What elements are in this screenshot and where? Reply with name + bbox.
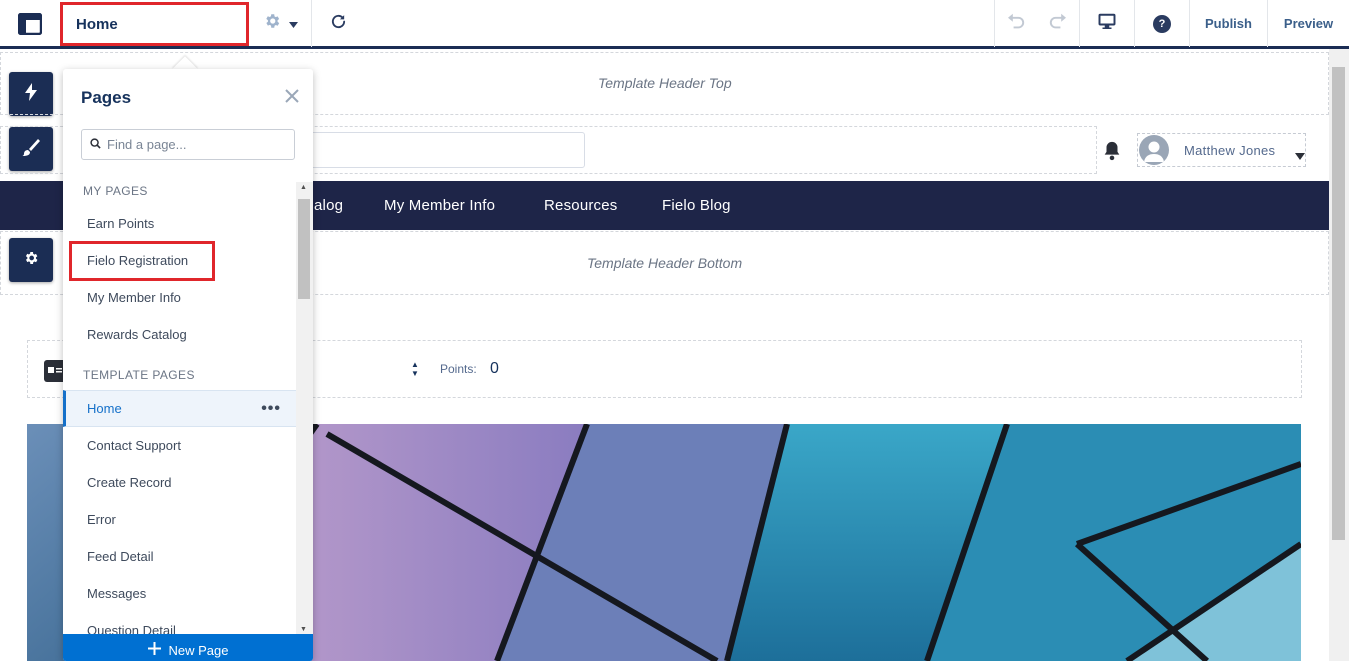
page-selector[interactable]: Home bbox=[60, 2, 249, 46]
preview-button[interactable]: Preview bbox=[1268, 0, 1349, 47]
undo-redo-group bbox=[994, 0, 1080, 47]
new-page-label: New Page bbox=[168, 642, 229, 658]
page-item-home[interactable]: Home ••• bbox=[63, 390, 296, 427]
nav-item-fielo-blog[interactable]: Fielo Blog bbox=[662, 181, 731, 230]
canvas-scrollbar[interactable] bbox=[1329, 49, 1349, 661]
header-top-label: Template Header Top bbox=[598, 75, 732, 91]
page-item-label: Home bbox=[87, 401, 122, 416]
page-item-rewards-catalog[interactable]: Rewards Catalog bbox=[63, 316, 296, 353]
pages-panel: Pages MY PAGES Earn Points Fielo Registr… bbox=[63, 69, 313, 661]
points-sort-stepper[interactable]: ▲ ▼ bbox=[411, 360, 419, 378]
pages-list-scrollbar[interactable]: ▲ ▼ bbox=[296, 182, 313, 634]
page-item-earn-points[interactable]: Earn Points bbox=[63, 205, 296, 242]
gear-icon bbox=[263, 12, 281, 35]
nav-item-rewards-catalog[interactable]: alog bbox=[314, 181, 343, 230]
page-item-messages[interactable]: Messages bbox=[63, 575, 296, 612]
template-pages-heading: TEMPLATE PAGES bbox=[83, 368, 195, 382]
search-icon bbox=[90, 136, 101, 154]
find-page-field[interactable] bbox=[81, 129, 295, 160]
current-page-label: Home bbox=[76, 15, 118, 33]
chevron-down-icon bbox=[1295, 147, 1305, 165]
page-item-label: Messages bbox=[87, 586, 147, 601]
page-item-label: Earn Points bbox=[87, 216, 155, 231]
settings-menu-button[interactable] bbox=[250, 0, 312, 47]
page-item-my-member-info[interactable]: My Member Info bbox=[63, 279, 296, 316]
builder-toolbar: Home ? Publish Preview bbox=[0, 0, 1349, 49]
page-item-label: Contact Support bbox=[87, 438, 181, 453]
desktop-icon bbox=[1098, 13, 1116, 35]
header-bottom-label: Template Header Bottom bbox=[587, 255, 743, 271]
page-item-label: Rewards Catalog bbox=[87, 327, 187, 342]
page-item-create-record[interactable]: Create Record bbox=[63, 464, 296, 501]
nav-item-resources[interactable]: Resources bbox=[544, 181, 618, 230]
site-search-input[interactable] bbox=[300, 132, 585, 168]
new-page-button[interactable]: New Page bbox=[63, 634, 313, 661]
find-page-input[interactable] bbox=[107, 137, 287, 152]
my-pages-heading: MY PAGES bbox=[83, 184, 148, 198]
avatar bbox=[1139, 135, 1169, 165]
points-label: Points: bbox=[440, 362, 477, 376]
refresh-button[interactable] bbox=[312, 0, 364, 47]
redo-icon[interactable] bbox=[1048, 13, 1068, 34]
page-item-error[interactable]: Error bbox=[63, 501, 296, 538]
page-item-label: Create Record bbox=[87, 475, 172, 490]
chevron-down-icon bbox=[289, 15, 298, 33]
pages-list-scroll-thumb[interactable] bbox=[298, 199, 310, 299]
app-layout-icon[interactable] bbox=[0, 0, 60, 47]
device-preview-button[interactable] bbox=[1080, 0, 1135, 47]
help-icon: ? bbox=[1153, 14, 1171, 33]
points-value: 0 bbox=[490, 360, 499, 377]
scroll-up-arrow[interactable]: ▲ bbox=[300, 184, 307, 191]
nav-item-my-member-info[interactable]: My Member Info bbox=[384, 181, 495, 230]
page-item-label: Error bbox=[87, 512, 116, 527]
plus-icon bbox=[147, 642, 161, 658]
page-item-fielo-registration[interactable]: Fielo Registration bbox=[63, 242, 296, 279]
page-item-label: My Member Info bbox=[87, 290, 181, 305]
user-profile-menu[interactable]: Matthew Jones bbox=[1137, 133, 1306, 167]
refresh-icon bbox=[330, 13, 347, 35]
page-item-contact-support[interactable]: Contact Support bbox=[63, 427, 296, 464]
panel-title: Pages bbox=[81, 88, 132, 107]
more-options-icon[interactable]: ••• bbox=[261, 400, 281, 418]
page-item-label: Fielo Registration bbox=[87, 253, 189, 268]
help-button[interactable]: ? bbox=[1135, 0, 1190, 47]
undo-icon[interactable] bbox=[1006, 13, 1026, 34]
user-name: Matthew Jones bbox=[1184, 142, 1276, 158]
bell-icon[interactable] bbox=[1101, 140, 1123, 162]
publish-button[interactable]: Publish bbox=[1190, 0, 1268, 47]
scroll-down-arrow[interactable]: ▼ bbox=[300, 626, 307, 633]
canvas-scroll-thumb[interactable] bbox=[1332, 67, 1345, 540]
close-icon[interactable] bbox=[283, 87, 301, 105]
page-item-label: Feed Detail bbox=[87, 549, 154, 564]
page-item-feed-detail[interactable]: Feed Detail bbox=[63, 538, 296, 575]
